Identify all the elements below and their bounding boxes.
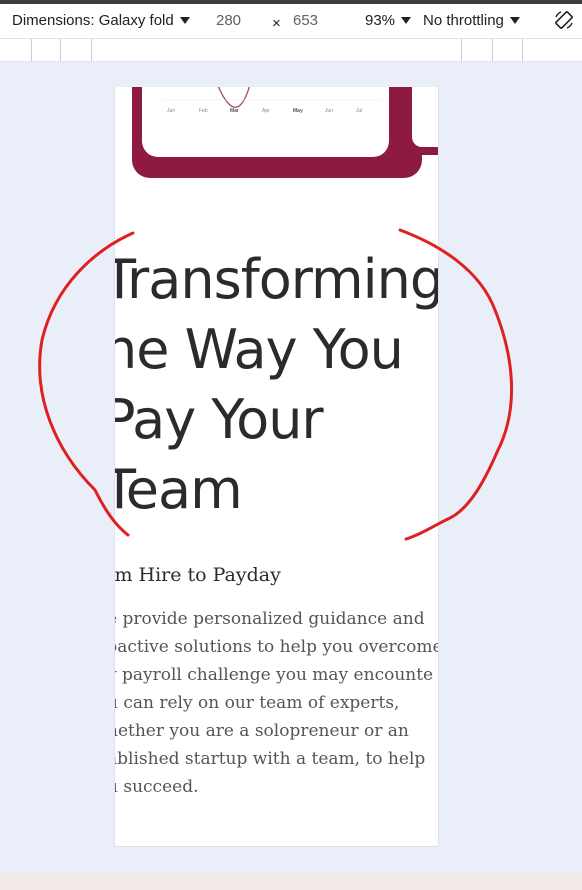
side-card — [404, 87, 438, 155]
device-viewport[interactable]: Jun Feb Mar Apr May Jun Jul Transforming… — [114, 87, 439, 847]
paragraph-line: e provide personalized guidance and — [114, 609, 425, 629]
ruler-tick — [522, 39, 523, 61]
os-taskbar-edge — [0, 873, 582, 890]
hero-paragraph: e provide personalized guidance and oact… — [114, 605, 439, 801]
zoom-dropdown[interactable]: 93% — [365, 12, 412, 29]
chevron-down-icon — [401, 17, 412, 24]
times-symbol: × — [272, 15, 281, 32]
ruler-tick — [91, 39, 92, 61]
height-value: 653 — [293, 12, 319, 29]
paragraph-line: oactive solutions to help you overcome — [114, 637, 439, 657]
dimensions-dropdown[interactable]: Dimensions: Galaxy fold — [12, 12, 190, 29]
chart-panel: Jun Feb Mar Apr May Jun Jul — [142, 87, 389, 157]
side-card-panel — [412, 87, 438, 147]
throttling-dropdown[interactable]: No throttling — [423, 12, 520, 29]
headline-line: Transforming — [114, 248, 439, 311]
zoom-value: 93% — [365, 12, 396, 29]
width-value: 280 — [216, 12, 242, 29]
x-tick-label: Apr — [262, 108, 270, 114]
chevron-down-icon — [509, 17, 520, 24]
hero-headline: Transforming he Way You Pay Your Team — [114, 245, 439, 525]
headline-line: Team — [114, 458, 243, 521]
x-tick-label: Jun — [325, 108, 334, 114]
media-query-ruler — [0, 38, 582, 62]
x-tick-label: Feb — [199, 108, 208, 114]
chart-card: Jun Feb Mar Apr May Jun Jul — [132, 87, 422, 178]
throttling-label: No throttling — [423, 12, 504, 29]
dimensions-label: Dimensions: Galaxy fold — [12, 12, 174, 29]
x-tick-label: Mar — [230, 108, 239, 114]
paragraph-line: ablished startup with a team, to help — [114, 749, 426, 769]
ruler-tick — [461, 39, 462, 61]
ruler-tick — [60, 39, 61, 61]
ruler-tick — [492, 39, 493, 61]
times-separator: × — [272, 15, 281, 32]
x-tick-label: Jun — [167, 108, 176, 114]
headline-line: Pay Your — [114, 388, 324, 451]
devtools-device-toolbar: Dimensions: Galaxy fold 280 × 653 93% No… — [0, 0, 582, 38]
paragraph-line: u succeed. — [114, 777, 199, 797]
height-input[interactable]: 653 — [293, 12, 318, 29]
rotate-icon — [555, 11, 573, 29]
ruler-tick — [31, 39, 32, 61]
chevron-down-icon — [179, 17, 190, 24]
paragraph-line: u can rely on our team of experts, — [114, 693, 400, 713]
x-tick-label: May — [293, 108, 303, 114]
x-tick-label: Jul — [356, 108, 363, 114]
paragraph-line: hether you are a solopreneur or an — [114, 721, 409, 741]
hero-subheading: om Hire to Payday — [114, 564, 281, 586]
chart-line — [162, 87, 382, 108]
headline-line: he Way You — [114, 318, 404, 381]
rotate-button[interactable] — [553, 9, 575, 31]
paragraph-line: y payroll challenge you may encounte — [114, 665, 434, 685]
width-input[interactable]: 280 — [216, 12, 241, 29]
